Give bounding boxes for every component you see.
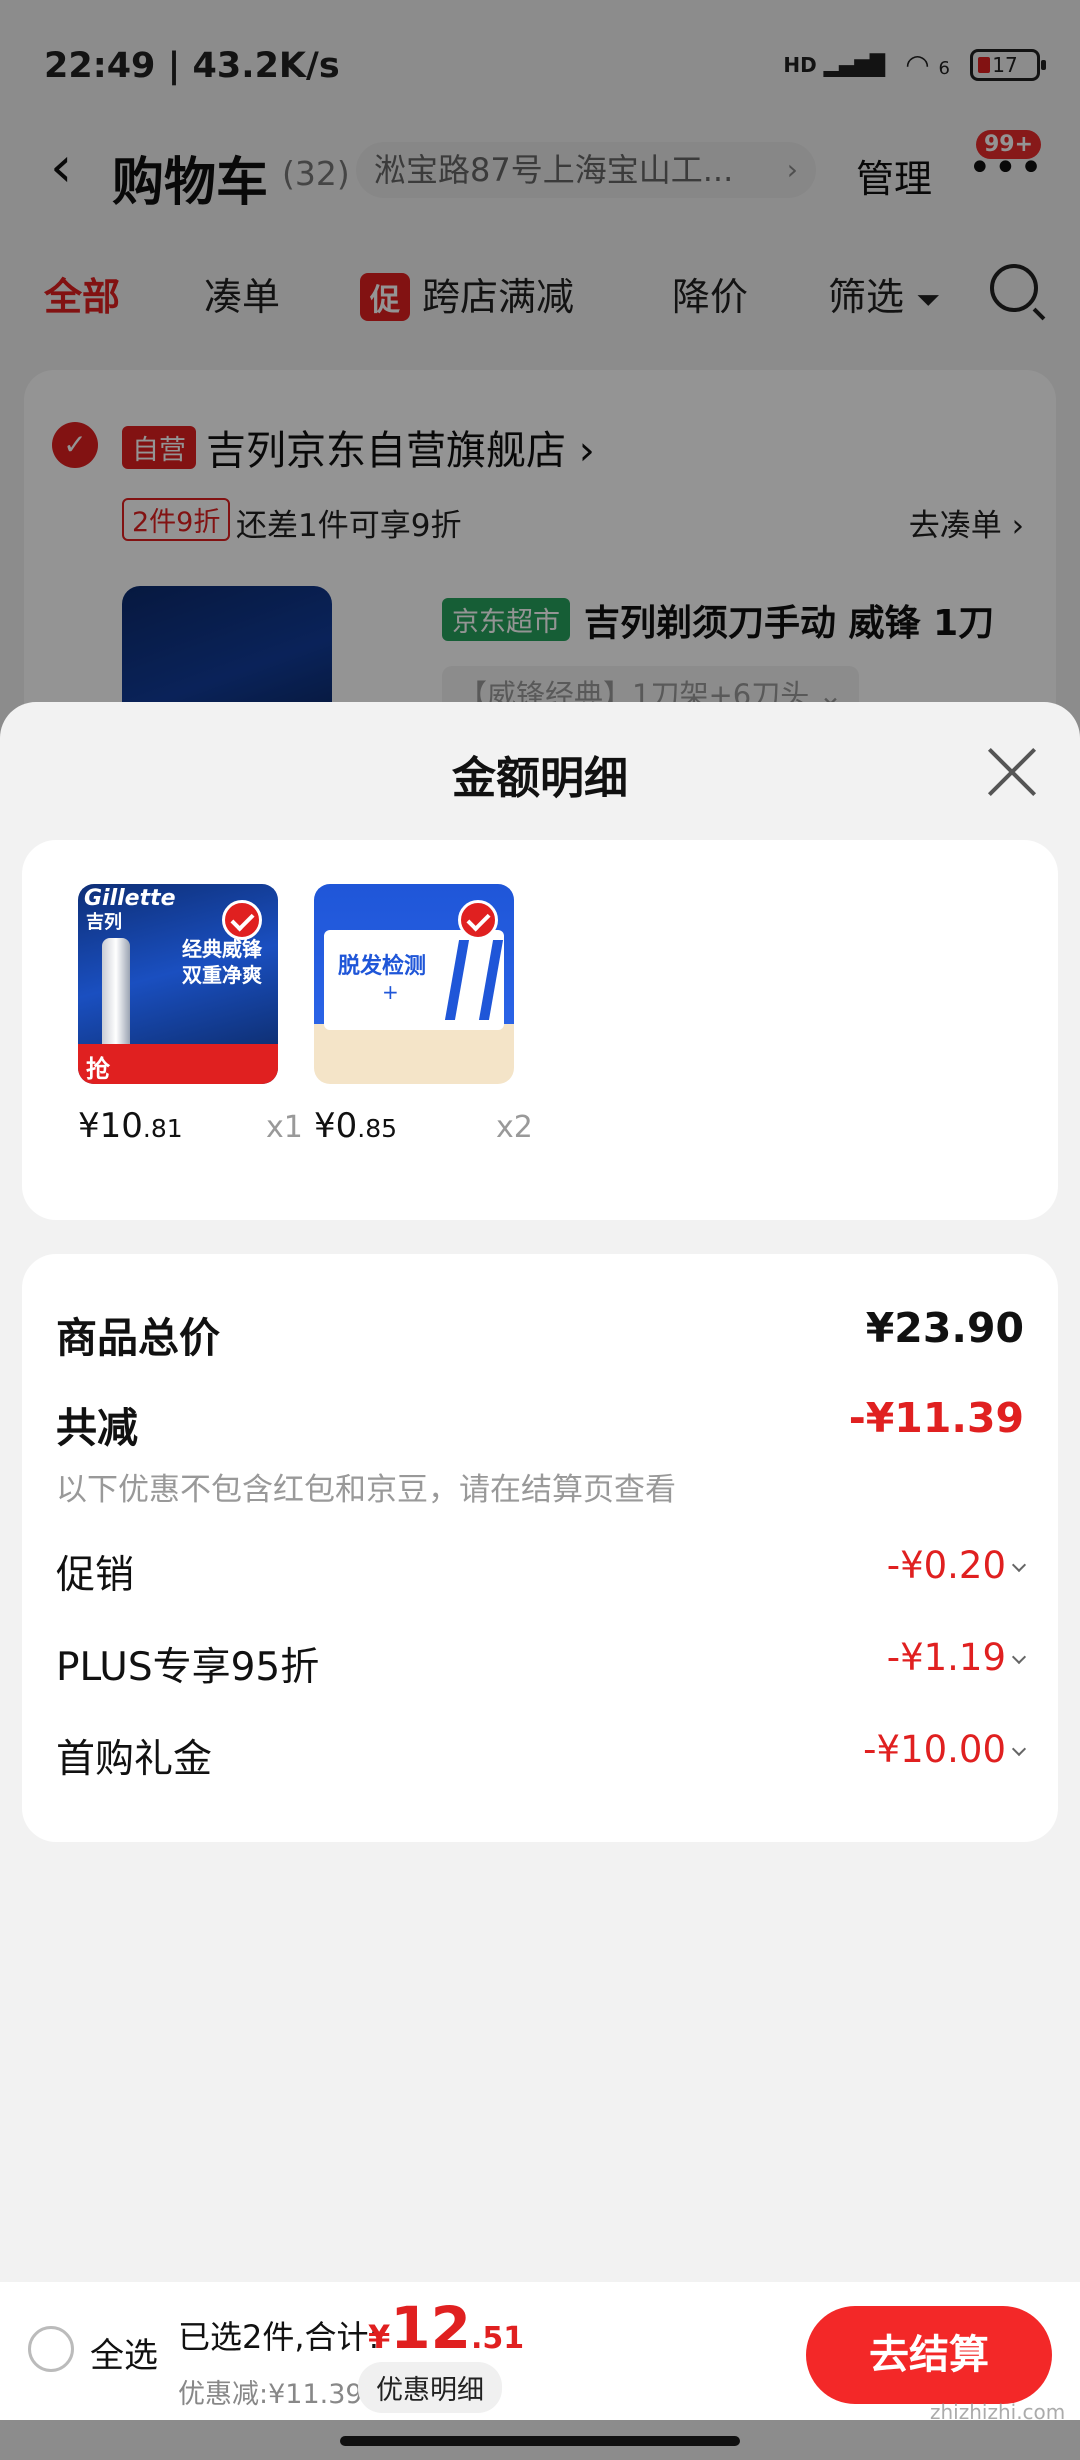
price-summary-card: 商品总价 ¥23.90 共减 -¥11.39 以下优惠不包含红包和京豆，请在结算… [22,1254,1058,1842]
plus-discount-amount: -¥1.19 [886,1636,1006,1679]
select-all-label[interactable]: 全选 [90,2328,158,2377]
first-purchase-gift-amount: -¥10.00 [863,1728,1006,1771]
logo-graphic [444,940,504,1020]
saved-amount: 优惠减:¥11.39 [178,2379,363,2410]
product-image-headline: 脱发检测 [338,954,427,979]
total-decimal: .51 [470,2321,525,2356]
chevron-down-icon [1011,1649,1027,1665]
total-discount-label: 共减 [56,1404,138,1452]
discount-note: 以下优惠不包含红包和京豆，请在结算页查看 [56,1472,676,1508]
selected-items-card: Gillette 吉列 经典威锋 双重净爽 抢 ¥10.81 x1 脱发检测 + [22,840,1058,1220]
checkout-button[interactable]: 去结算 [806,2306,1052,2404]
total-amount: ¥12.51 [368,2294,524,2362]
goods-total-label: 商品总价 [56,1314,220,1362]
plus-discount-label: PLUS专享95折 [56,1645,320,1690]
product-image: Gillette 吉列 经典威锋 双重净爽 抢 [78,884,278,1084]
promo-banner: 抢 [78,1044,278,1084]
chevron-down-icon [1011,1741,1027,1757]
product-image-headline: 经典威锋 双重净爽 [182,937,262,987]
sheet-title: 金额明细 [452,753,628,804]
discount-detail-button[interactable]: 优惠明细 [358,2362,502,2413]
selected-summary: 已选2件,合计: [178,2318,380,2356]
product-image: 脱发检测 + [314,884,514,1084]
item-price: ¥0.85 [314,1106,397,1146]
first-purchase-gift-label: 首购礼金 [56,1737,213,1782]
selected-check-icon [458,900,498,940]
amount-detail-sheet: 金额明细 Gillette 吉列 经典威锋 双重净爽 抢 ¥10.81 x1 脱… [0,702,1080,2282]
price-decimal: .85 [357,1114,398,1143]
price-integer: ¥0 [314,1106,358,1146]
promotion-label: 促销 [56,1553,135,1598]
product-image-panel: 脱发检测 + [324,930,504,1030]
home-indicator[interactable] [340,2436,740,2446]
first-purchase-gift-value[interactable]: -¥10.00 [863,1728,1027,1771]
checkout-bar: 全选 已选2件,合计: ¥12.51 优惠减:¥11.39 优惠明细 去结算 [0,2282,1080,2420]
watermark: zhizhizhi.com [930,2400,1066,2424]
goods-total-value: ¥23.90 [865,1304,1024,1352]
selected-check-icon [222,900,262,940]
promotion-value[interactable]: -¥0.20 [886,1544,1027,1587]
promo-text: 抢 [86,1055,110,1083]
item-quantity: x2 [496,1110,533,1145]
item-quantity: x1 [266,1110,303,1145]
close-icon[interactable] [986,746,1038,798]
total-integer: 12 [390,2294,471,2362]
select-all-checkbox[interactable] [28,2326,74,2372]
price-decimal: .81 [142,1114,183,1143]
currency-symbol: ¥ [368,2318,391,2356]
chevron-down-icon [1011,1557,1027,1573]
total-discount-value: -¥11.39 [848,1394,1024,1442]
brand-logo-cn: 吉列 [86,912,122,933]
price-integer: ¥10 [78,1106,143,1146]
item-price: ¥10.81 [78,1106,183,1146]
plus-discount-value[interactable]: -¥1.19 [886,1636,1027,1679]
promotion-amount: -¥0.20 [886,1544,1006,1587]
plus-icon: + [382,980,399,1004]
